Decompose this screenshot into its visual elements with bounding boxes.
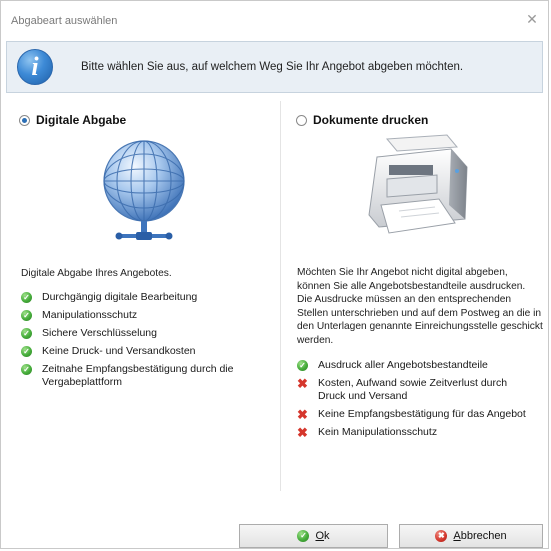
print-pros-cons-list: ✓ Ausdruck aller Angebotsbestandteile ✖ Ko… [297, 359, 549, 444]
ok-button[interactable]: ✓ Ok [239, 524, 388, 548]
check-icon: ✓ [297, 530, 310, 542]
list-item: ✖ Kein Manipulationsschutz [297, 425, 438, 440]
info-icon: i [17, 49, 53, 85]
list-item: ✖ Keine Empfangsbestätigung für das Angeb… [297, 407, 526, 422]
dialog-window: Abgabeart auswählen ✕ i Bitte wählen Sie… [0, 0, 549, 549]
digital-pros-list: ✓ Durchgängig digitale Bearbeitung ✓ Manip… [21, 291, 271, 394]
list-item: ✓ Manipulationsschutz [21, 309, 271, 322]
list-item: ✓ Durchgängig digitale Bearbeitung [21, 291, 271, 304]
info-banner: i Bitte wählen Sie aus, auf welchem Weg … [6, 41, 543, 93]
ok-button-label: Ok [315, 530, 330, 542]
cancel-icon: ✖ [435, 530, 448, 542]
window-title: Abgabeart auswählen [11, 15, 118, 27]
list-item: ✓ Zeitnahe Empfangsbestätigung durch die … [21, 363, 271, 389]
dokumente-drucken-label[interactable]: Dokumente drucken [313, 113, 428, 127]
check-icon: ✓ [21, 292, 32, 303]
digital-description: Digitale Abgabe Ihres Angebotes. [21, 268, 172, 279]
list-item: ✖ Kosten, Aufwand sowie Zeitverlust durch… [297, 376, 508, 402]
dokumente-drucken-radio-option[interactable]: Dokumente drucken [296, 113, 428, 127]
info-text: Bitte wählen Sie aus, auf welchem Weg Si… [81, 61, 464, 73]
cross-icon: ✖ [297, 407, 308, 422]
cross-icon: ✖ [297, 425, 308, 440]
radio-checked-icon[interactable] [19, 114, 30, 126]
printer-icon [368, 134, 468, 234]
title-bar: Abgabeart auswählen ✕ [1, 1, 548, 39]
list-item: ✓ Keine Druck- und Versandkosten [21, 345, 271, 358]
check-icon: ✓ [21, 346, 32, 357]
print-option-panel: Dokumente drucken Möchten Sie Ihr Angebo… [280, 101, 547, 491]
digital-option-panel: Digitale Abgabe Digitale Abgabe Ihres An… [1, 101, 279, 491]
cancel-button[interactable]: ✖ Abbrechen [399, 524, 543, 548]
radio-unchecked-icon[interactable] [296, 114, 307, 126]
dialog-footer: ✓ Ok ✖ Abbrechen [1, 518, 548, 550]
digital-abgabe-radio-option[interactable]: Digitale Abgabe [19, 113, 126, 127]
check-icon: ✓ [21, 310, 32, 321]
check-icon: ✓ [21, 328, 32, 339]
globe-network-icon [103, 140, 185, 240]
close-icon[interactable]: ✕ [524, 11, 540, 27]
list-item: ✓ Ausdruck aller Angebotsbestandteile [297, 359, 549, 372]
check-icon: ✓ [297, 360, 308, 371]
print-description: Möchten Sie Ihr Angebot nicht digital ab… [297, 267, 543, 346]
digital-abgabe-label[interactable]: Digitale Abgabe [36, 113, 126, 127]
cancel-button-label: Abbrechen [453, 530, 507, 542]
list-item: ✓ Sichere Verschlüsselung [21, 327, 271, 340]
check-icon: ✓ [21, 364, 32, 375]
cross-icon: ✖ [297, 376, 308, 391]
